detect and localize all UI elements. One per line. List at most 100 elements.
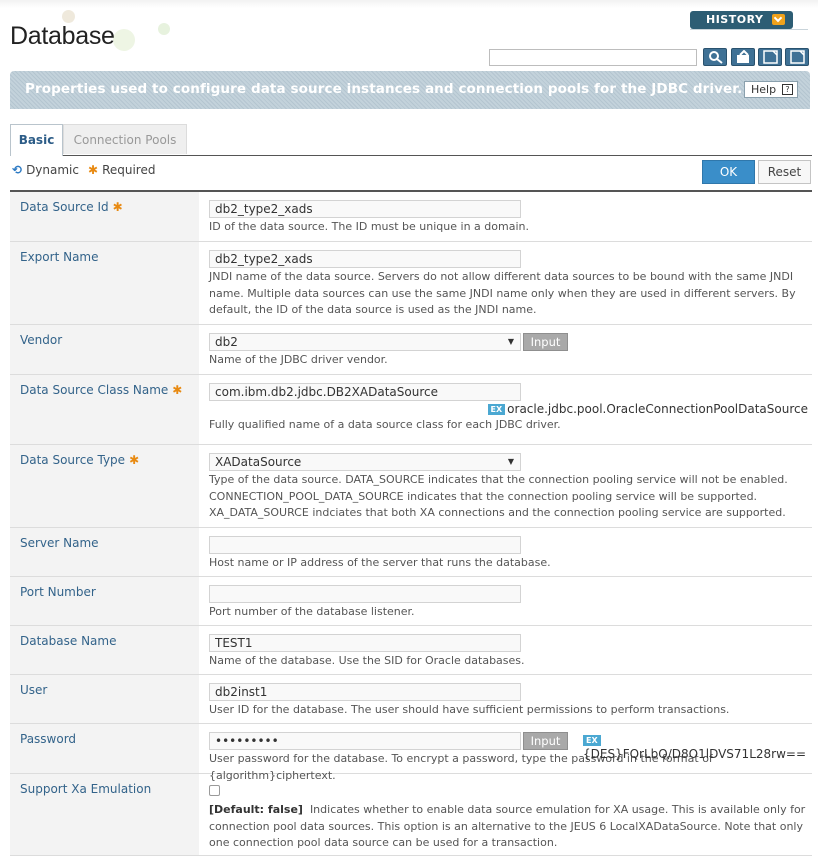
field-label: Port Number bbox=[10, 577, 199, 625]
tab-divider bbox=[10, 155, 812, 156]
asterisk-icon: ✱ bbox=[88, 163, 99, 177]
ok-button[interactable]: OK bbox=[702, 160, 755, 184]
form-row-database-name: Database Name Name of the database. Use … bbox=[10, 626, 812, 675]
search-button[interactable] bbox=[703, 48, 727, 66]
field-value: JNDI name of the data source. Servers do… bbox=[199, 242, 812, 324]
field-description: JNDI name of the data source. Servers do… bbox=[209, 270, 796, 316]
field-label-text: Data Source Id bbox=[20, 200, 109, 214]
field-value: Input EX{DES}FQrLbQ/D8O1lDVS71L28rw== Us… bbox=[199, 724, 812, 782]
tab-connection-pools[interactable]: Connection Pools bbox=[63, 124, 187, 154]
search-input[interactable] bbox=[489, 49, 697, 66]
database-name-input[interactable] bbox=[209, 634, 521, 652]
asterisk-icon: ✱ bbox=[172, 383, 183, 397]
example-line: EX{DES}FQrLbQ/D8O1lDVS71L28rw== bbox=[583, 734, 812, 761]
port-number-input[interactable] bbox=[209, 585, 521, 603]
banner-text: Properties used to configure data source… bbox=[25, 81, 743, 97]
xml-icon bbox=[790, 50, 805, 64]
export-icon bbox=[737, 50, 749, 63]
field-description: [Default: false] Indicates whether to en… bbox=[209, 802, 808, 852]
top-strip bbox=[0, 0, 818, 8]
field-description: Name of the JDBC driver vendor. bbox=[209, 353, 388, 366]
data-source-type-select[interactable]: XADataSource bbox=[209, 453, 521, 471]
example-badge: EX bbox=[487, 404, 506, 415]
form-row-export-name: Export Name JNDI name of the data source… bbox=[10, 242, 812, 325]
xml-view-button[interactable] bbox=[758, 48, 782, 66]
field-value: EXoracle.jdbc.pool.OracleConnectionPoolD… bbox=[199, 375, 812, 444]
field-description: User ID for the database. The user shoul… bbox=[209, 703, 730, 716]
field-description: Type of the data source. DATA_SOURCE ind… bbox=[209, 473, 788, 519]
history-label: HISTORY bbox=[706, 13, 764, 26]
vendor-select[interactable]: db2 bbox=[209, 333, 521, 351]
question-icon: ? bbox=[782, 84, 793, 95]
field-label: Data Source Id ✱ bbox=[10, 192, 199, 241]
example-line: EX oracle.jdbc.pool.OracleConnectionPoolD… bbox=[209, 402, 808, 416]
description-banner: Properties used to configure data source… bbox=[10, 71, 810, 109]
help-button[interactable]: Help ? bbox=[744, 81, 798, 98]
example-badge: EX bbox=[583, 735, 601, 746]
form-row-support-xa-emulation: Support Xa Emulation [Default: false] In… bbox=[10, 774, 812, 856]
field-value: Host name or IP address of the server th… bbox=[199, 528, 812, 576]
export-name-input[interactable] bbox=[209, 250, 521, 268]
example-value: {DES}FQrLbQ/D8O1lDVS71L28rw== bbox=[583, 747, 807, 761]
divider bbox=[690, 29, 808, 30]
field-value: User ID for the database. The user shoul… bbox=[199, 675, 812, 723]
legend-required-label: Required bbox=[102, 163, 156, 177]
decoration-circle bbox=[113, 29, 135, 51]
form-row-vendor: Vendor db2 Input Name of the JDBC driver… bbox=[10, 325, 812, 375]
legend-dynamic: ⟲ Dynamic bbox=[12, 163, 79, 177]
help-label: Help bbox=[751, 83, 777, 96]
field-label: Database Name bbox=[10, 626, 199, 674]
field-value: Name of the database. Use the SID for Or… bbox=[199, 626, 812, 674]
form-row-user: User User ID for the database. The user … bbox=[10, 675, 812, 724]
field-description: Name of the database. Use the SID for Or… bbox=[209, 654, 525, 667]
form-row-data-source-id: Data Source Id✱ ID of the data source. T… bbox=[10, 192, 812, 242]
field-label-text: Data Source Type bbox=[20, 453, 126, 467]
server-name-input[interactable] bbox=[209, 536, 521, 554]
field-value: XADataSource Type of the data source. DA… bbox=[199, 445, 812, 527]
xml-icon bbox=[763, 50, 778, 64]
field-description: Host name or IP address of the server th… bbox=[209, 556, 551, 569]
vendor-input-button[interactable]: Input bbox=[523, 333, 568, 351]
form-row-port-number: Port Number Port number of the database … bbox=[10, 577, 812, 626]
field-value: [Default: false] Indicates whether to en… bbox=[199, 774, 812, 855]
form-row-server-name: Server Name Host name or IP address of t… bbox=[10, 528, 812, 577]
field-value: db2 Input Name of the JDBC driver vendor… bbox=[199, 325, 812, 374]
example-value: oracle.jdbc.pool.OracleConnectionPoolDat… bbox=[507, 402, 808, 416]
decoration-circle bbox=[158, 23, 170, 35]
field-label: Export Name bbox=[10, 242, 199, 324]
form-row-data-source-type: Data Source Type✱ XADataSource Type of t… bbox=[10, 445, 812, 528]
support-xa-emulation-checkbox[interactable] bbox=[209, 785, 220, 796]
field-value: Port number of the database listener. bbox=[199, 577, 812, 625]
asterisk-icon: ✱ bbox=[112, 200, 123, 214]
form-row-data-source-class-name: Data Source Class Name✱ EXoracle.jdbc.po… bbox=[10, 375, 812, 445]
form-row-password: Password Input EX{DES}FQrLbQ/D8O1lDVS71L… bbox=[10, 724, 812, 782]
legend-dynamic-label: Dynamic bbox=[26, 163, 79, 177]
tab-basic[interactable]: Basic bbox=[10, 124, 63, 156]
field-label: Data Source Class Name ✱ bbox=[10, 375, 199, 444]
field-label: Data Source Type ✱ bbox=[10, 445, 199, 527]
history-button[interactable]: HISTORY bbox=[690, 11, 793, 29]
field-description: Port number of the database listener. bbox=[209, 605, 415, 618]
xml-export-button[interactable] bbox=[785, 48, 809, 66]
field-label: Support Xa Emulation bbox=[10, 774, 199, 855]
data-source-type-select-value: XADataSource bbox=[215, 455, 302, 469]
export-button[interactable] bbox=[731, 48, 755, 66]
search-icon bbox=[709, 51, 723, 64]
data-source-class-name-input[interactable] bbox=[209, 383, 521, 401]
page-title: Database bbox=[10, 22, 115, 50]
legend-required: ✱ Required bbox=[88, 163, 155, 177]
form-table: Data Source Id✱ ID of the data source. T… bbox=[10, 190, 812, 856]
refresh-icon: ⟲ bbox=[12, 163, 23, 177]
user-input[interactable] bbox=[209, 683, 521, 701]
asterisk-icon: ✱ bbox=[129, 453, 140, 467]
field-description: ID of the data source. The ID must be un… bbox=[209, 220, 529, 233]
password-input-button[interactable]: Input bbox=[523, 732, 568, 750]
data-source-id-input[interactable] bbox=[209, 200, 521, 218]
field-label: Password bbox=[10, 724, 199, 773]
password-input[interactable] bbox=[209, 732, 521, 750]
default-value: [Default: false] bbox=[209, 803, 303, 816]
field-label: Vendor bbox=[10, 325, 199, 374]
vendor-select-value: db2 bbox=[215, 335, 238, 349]
reset-button[interactable]: Reset bbox=[758, 160, 811, 184]
chevron-down-icon bbox=[772, 14, 785, 25]
